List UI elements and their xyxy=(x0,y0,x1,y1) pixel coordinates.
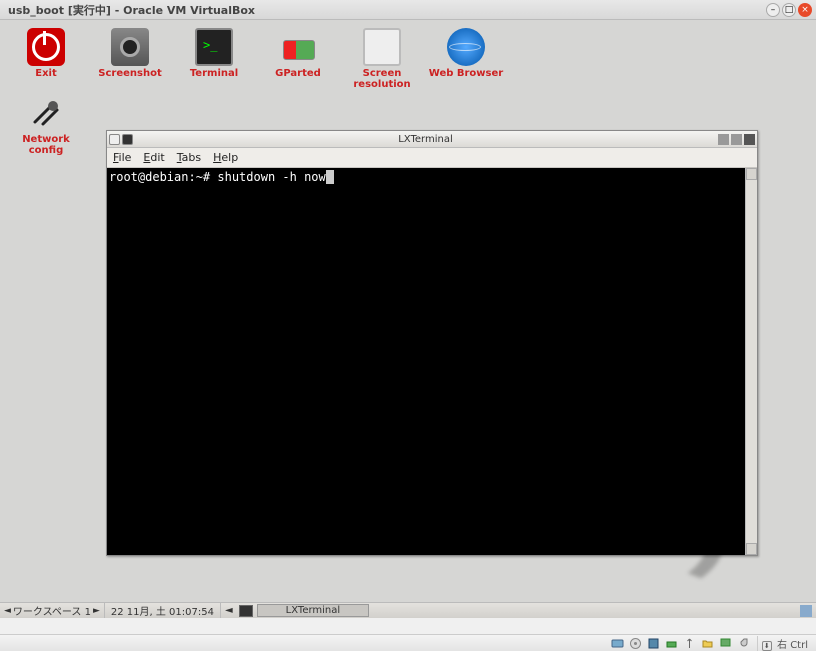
hdd-icon[interactable] xyxy=(611,636,625,650)
desktop-icon-terminal[interactable]: Terminal xyxy=(172,26,256,92)
exit-icon xyxy=(27,28,65,66)
desktop-icon-screenshot[interactable]: Screenshot xyxy=(88,26,172,92)
guest-taskbar: ◄ ワークスペース 1 ► 22 11月, 土 01:07:54 ◄ LXTer… xyxy=(0,602,816,618)
maximize-button[interactable]: □ xyxy=(782,3,796,17)
mouse-integration-icon[interactable] xyxy=(737,636,751,650)
desktop-icon-label: Web Browser xyxy=(429,68,503,79)
minimize-icon[interactable] xyxy=(718,134,729,145)
taskbar-tray xyxy=(796,605,816,617)
taskbar-task-lxterminal[interactable]: LXTerminal xyxy=(257,604,370,617)
floppy-icon[interactable] xyxy=(647,636,661,650)
lxterminal-menubar: File Edit Tabs Help xyxy=(107,148,757,168)
vbox-statusbar: ⬇ 右 Ctrl xyxy=(0,634,816,651)
workspace-next-icon[interactable]: ► xyxy=(93,606,100,616)
terminal-scrollbar[interactable] xyxy=(745,168,757,555)
taskbar-arrow-icon[interactable]: ◄ xyxy=(221,605,237,616)
taskbar-tasks: LXTerminal xyxy=(237,603,796,618)
display-icon[interactable] xyxy=(719,636,733,650)
desktop-icon-label: Screenshot xyxy=(98,68,161,79)
desktop-icon-network[interactable]: Network config xyxy=(4,92,88,158)
task-label: LXTerminal xyxy=(286,605,341,616)
guest-desktop: Exit Screenshot Terminal GParted Screen … xyxy=(0,20,816,618)
workspace-label: ワークスペース 1 xyxy=(13,603,91,618)
scroll-down-button[interactable] xyxy=(746,543,757,555)
iconify-all-icon[interactable] xyxy=(239,605,253,617)
terminal-command: shutdown -h now xyxy=(217,170,325,184)
scroll-up-button[interactable] xyxy=(746,168,757,180)
cd-icon[interactable] xyxy=(629,636,643,650)
close-icon[interactable] xyxy=(744,134,755,145)
lxterminal-title: LXTerminal xyxy=(133,134,718,145)
workspace-prev-icon[interactable]: ◄ xyxy=(4,606,11,616)
screenshot-icon xyxy=(111,28,149,66)
key-icon: ⬇ xyxy=(762,641,772,651)
browser-icon xyxy=(447,28,485,66)
terminal-cursor xyxy=(326,170,334,184)
maximize-icon[interactable] xyxy=(731,134,742,145)
usb-icon[interactable] xyxy=(683,636,697,650)
minimize-button[interactable]: – xyxy=(766,3,780,17)
terminal-prompt: root@debian:~# xyxy=(109,170,217,184)
vbox-window-title: usb_boot [実行中] - Oracle VM VirtualBox xyxy=(4,2,766,18)
close-button[interactable]: × xyxy=(798,3,812,17)
shade-icon[interactable] xyxy=(122,134,133,145)
terminal-content[interactable]: root@debian:~# shutdown -h now xyxy=(107,168,745,555)
desktop-icon-label: Terminal xyxy=(190,68,238,79)
desktop-icon-label: Exit xyxy=(35,68,57,79)
lxterminal-titlebar[interactable]: LXTerminal xyxy=(107,131,757,148)
desktop-icon-label: Network config xyxy=(4,134,88,156)
menu-file[interactable]: File xyxy=(113,151,131,164)
lxterminal-window: LXTerminal File Edit Tabs Help root@debi… xyxy=(106,130,758,556)
desktop-icon-label: Screen resolution xyxy=(340,68,424,90)
screen-icon xyxy=(363,28,401,66)
taskbar-datetime[interactable]: 22 11月, 土 01:07:54 xyxy=(105,603,221,618)
window-menu-icon[interactable] xyxy=(109,134,120,145)
desktop-icon-exit[interactable]: Exit xyxy=(4,26,88,92)
tray-icon[interactable] xyxy=(800,605,812,617)
desktop-icon-browser[interactable]: Web Browser xyxy=(424,26,508,92)
shared-folder-icon[interactable] xyxy=(701,636,715,650)
terminal-icon xyxy=(195,28,233,66)
menu-help[interactable]: Help xyxy=(213,151,238,164)
network-status-icon[interactable] xyxy=(665,636,679,650)
workspace-switcher[interactable]: ◄ ワークスペース 1 ► xyxy=(0,603,105,618)
network-icon xyxy=(27,94,65,132)
desktop-icon-label: GParted xyxy=(275,68,321,79)
menu-tabs[interactable]: Tabs xyxy=(177,151,201,164)
desktop-icon-screenres[interactable]: Screen resolution xyxy=(340,26,424,92)
menu-edit[interactable]: Edit xyxy=(143,151,164,164)
gparted-icon xyxy=(279,28,317,66)
vbox-titlebar: usb_boot [実行中] - Oracle VM VirtualBox – … xyxy=(0,0,816,20)
desktop-icon-gparted[interactable]: GParted xyxy=(256,26,340,92)
host-key-label: ⬇ 右 Ctrl xyxy=(757,636,812,651)
